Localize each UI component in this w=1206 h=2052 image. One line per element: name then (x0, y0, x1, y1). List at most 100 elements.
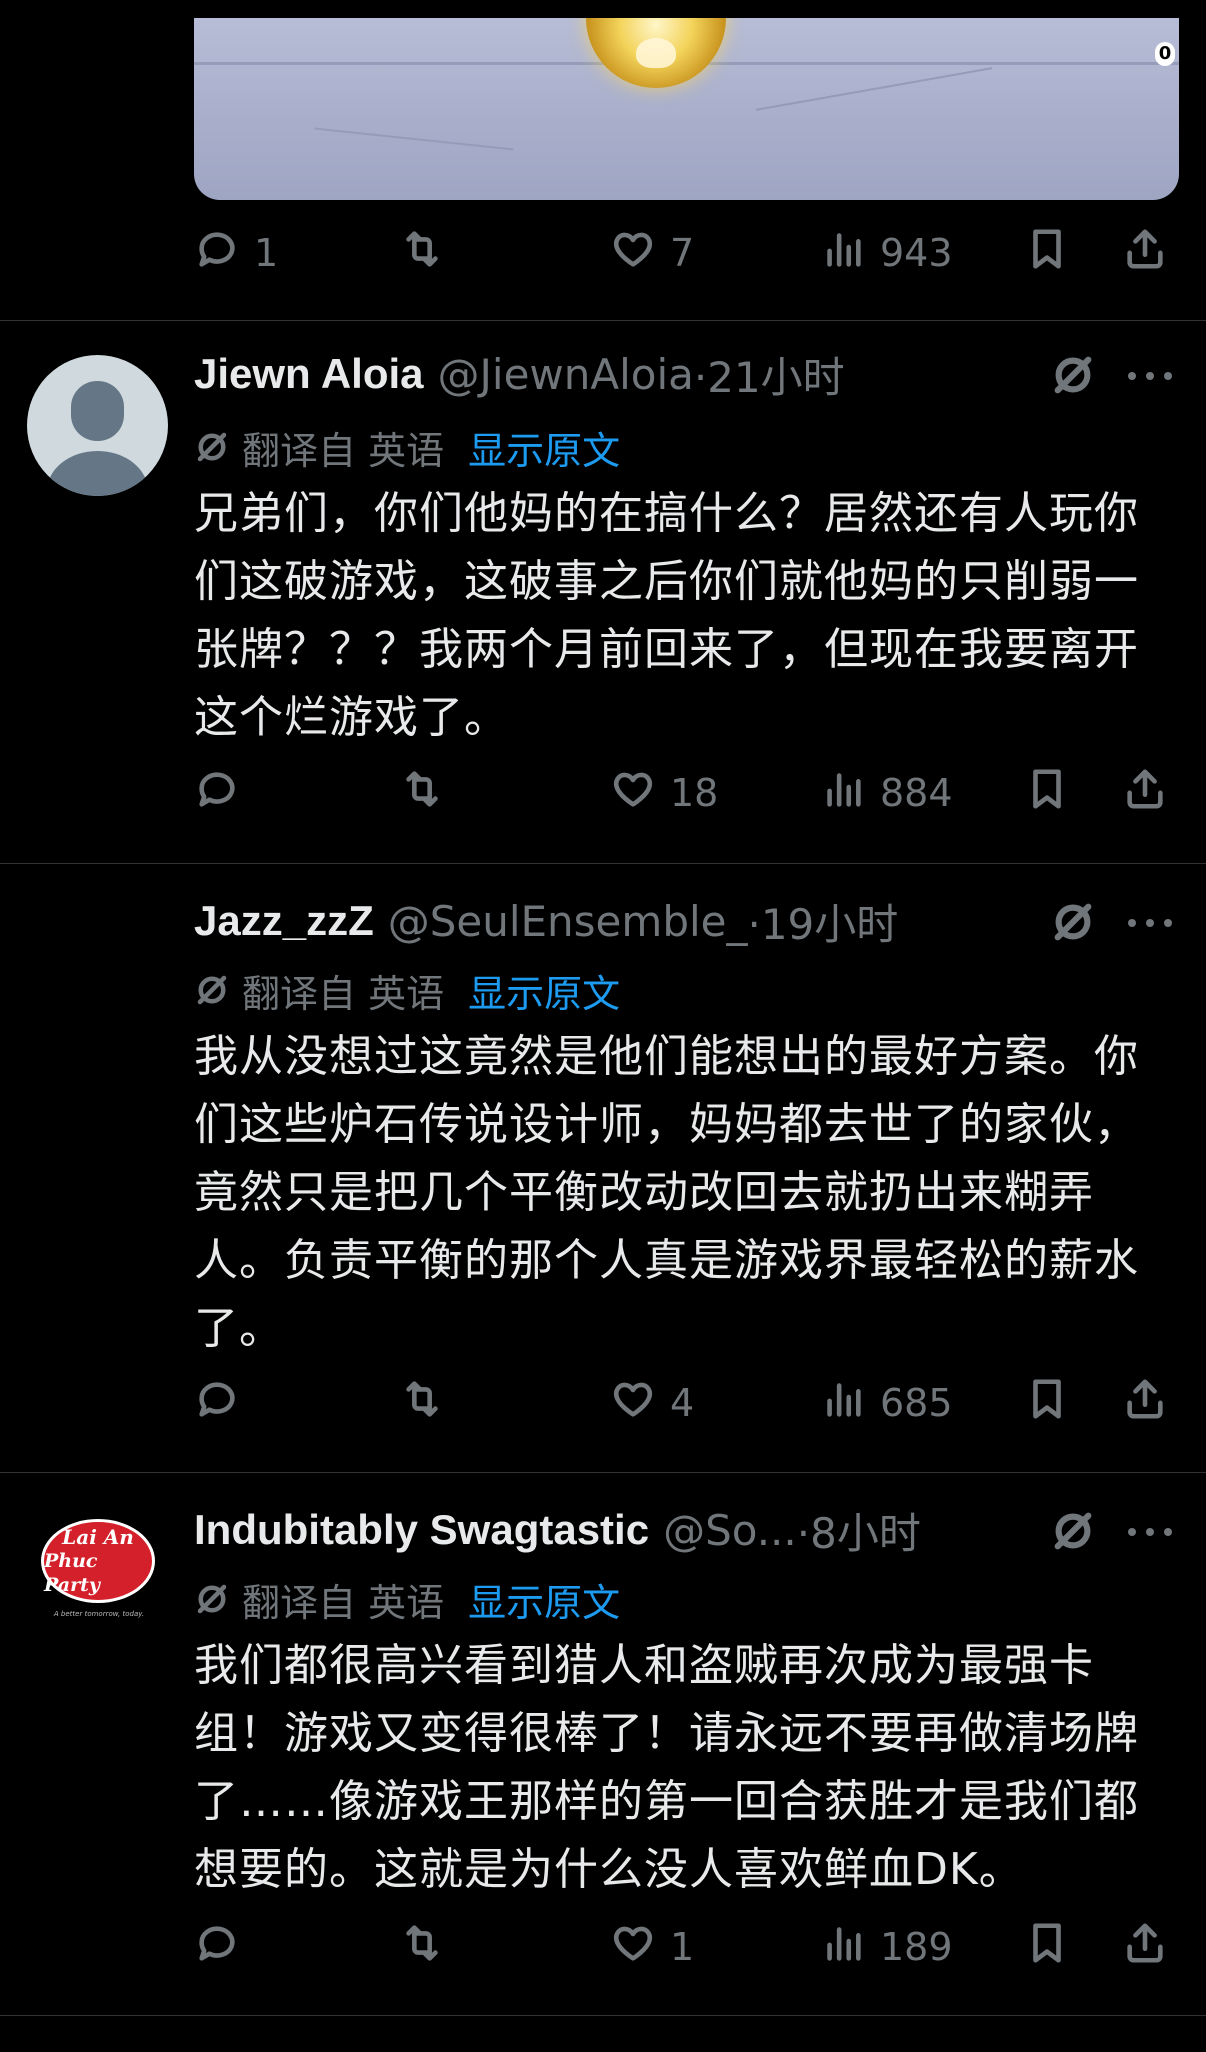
reply-button[interactable] (194, 768, 254, 818)
more-options-button[interactable] (1128, 368, 1172, 384)
more-options-button[interactable] (1128, 1524, 1172, 1540)
media-badge: 0 (1155, 42, 1175, 66)
reply-icon (194, 226, 240, 281)
dot-icon (1146, 372, 1154, 380)
views-button[interactable]: 189 (820, 1922, 953, 1972)
tweet-text: 兄弟们，你们他妈的在搞什么？居然还有人玩你们这破游戏，这破事之后你们就他妈的只削… (194, 488, 1139, 743)
tweet-action-bar: 1 189 (194, 1922, 1174, 1972)
bookmark-button[interactable] (1024, 228, 1070, 278)
views-count: 884 (880, 771, 953, 815)
bookmark-button[interactable] (1024, 1922, 1070, 1972)
media-texture (314, 127, 514, 151)
timestamp[interactable]: ·21小时 (694, 344, 845, 405)
tweet-action-bar: 4 685 (194, 1378, 1174, 1428)
user-handle[interactable]: @SeulEnsemble_ (388, 897, 748, 946)
reply-icon (194, 1376, 240, 1431)
display-name[interactable]: Jiewn Aloia (194, 350, 424, 398)
like-count: 1 (670, 1925, 695, 1969)
reply-count: 1 (254, 231, 279, 275)
dot-icon (1164, 1528, 1172, 1536)
bookmark-button[interactable] (1024, 1378, 1070, 1428)
tweet-divider (0, 863, 1206, 864)
dot-icon (1146, 919, 1154, 927)
user-handle[interactable]: @So... (663, 1506, 797, 1555)
grok-icon (1054, 1512, 1092, 1550)
bookmark-button[interactable] (1024, 768, 1070, 818)
share-icon (1122, 766, 1168, 821)
heart-icon (610, 226, 656, 281)
grok-button[interactable] (1050, 352, 1096, 398)
avatar[interactable] (27, 355, 168, 496)
like-count: 4 (670, 1381, 695, 1425)
tweet-media-image[interactable]: 0 (194, 18, 1179, 200)
grok-button[interactable] (1050, 1508, 1096, 1554)
dot-icon (1164, 919, 1172, 927)
share-button[interactable] (1122, 768, 1168, 818)
grok-button[interactable] (1050, 899, 1096, 945)
retweet-button[interactable] (399, 1378, 459, 1428)
reply-button[interactable] (194, 1922, 254, 1972)
views-chart-icon (820, 226, 866, 281)
display-name[interactable]: Indubitably Swagtastic (194, 1506, 649, 1554)
more-options-button[interactable] (1128, 915, 1172, 931)
views-button[interactable]: 884 (820, 768, 953, 818)
grok-icon (1054, 903, 1092, 941)
retweet-button[interactable] (399, 228, 459, 278)
reply-icon (194, 1920, 240, 1975)
reply-button[interactable] (194, 1378, 254, 1428)
translation-notice: 翻译自 英语 显示原文 (194, 963, 620, 1018)
like-count: 7 (670, 231, 695, 275)
views-count: 685 (880, 1381, 953, 1425)
timestamp[interactable]: ·19小时 (747, 891, 898, 952)
translate-icon (194, 972, 230, 1008)
heart-icon (610, 1376, 656, 1431)
like-button[interactable]: 4 (610, 1378, 694, 1428)
tweet-header: Jazz_zzZ @SeulEnsemble_ ·19小时 (194, 893, 898, 949)
grok-icon (1054, 356, 1092, 394)
like-button[interactable]: 7 (610, 228, 694, 278)
timestamp[interactable]: ·8小时 (797, 1500, 921, 1561)
show-original-link[interactable]: 显示原文 (468, 420, 620, 475)
bookmark-icon (1024, 1920, 1070, 1975)
translated-from-label: 翻译自 英语 (242, 1580, 445, 1625)
retweet-icon (399, 226, 445, 281)
retweet-button[interactable] (399, 768, 459, 818)
show-original-link[interactable]: 显示原文 (468, 1572, 620, 1627)
dot-icon (1128, 1528, 1136, 1536)
retweet-icon (399, 1376, 445, 1431)
like-button[interactable]: 1 (610, 1922, 694, 1972)
retweet-icon (399, 766, 445, 821)
show-original-link[interactable]: 显示原文 (468, 963, 620, 1018)
tweet-divider (0, 1472, 1206, 1473)
bookmark-icon (1024, 1376, 1070, 1431)
translate-icon (194, 1581, 230, 1617)
avatar[interactable]: Lai An Phuc Party A better tomorrow, tod… (27, 1507, 168, 1648)
share-button[interactable] (1122, 1378, 1168, 1428)
dot-icon (1128, 372, 1136, 380)
like-button[interactable]: 18 (610, 768, 718, 818)
share-button[interactable] (1122, 228, 1168, 278)
translate-icon (194, 429, 230, 465)
user-handle[interactable]: @JiewnAloia (438, 350, 694, 399)
reply-button[interactable]: 1 (194, 228, 278, 278)
media-texture (755, 67, 993, 111)
bookmark-icon (1024, 766, 1070, 821)
share-button[interactable] (1122, 1922, 1168, 1972)
views-count: 943 (880, 231, 953, 275)
views-button[interactable]: 943 (820, 228, 953, 278)
views-button[interactable]: 685 (820, 1378, 953, 1428)
views-chart-icon (820, 1376, 866, 1431)
display-name[interactable]: Jazz_zzZ (194, 897, 374, 945)
share-icon (1122, 1376, 1168, 1431)
default-avatar-head (71, 381, 124, 441)
retweet-button[interactable] (399, 1922, 459, 1972)
share-icon (1122, 1920, 1168, 1975)
avatar[interactable] (27, 898, 168, 1039)
retweet-icon (399, 1920, 445, 1975)
tweet-text: 我从没想过这竟然是他们能想出的最好方案。你们这些炉石传说设计师，妈妈都去世了的家… (194, 1031, 1139, 1354)
logo-text: Lai An (62, 1525, 134, 1549)
bookmark-icon (1024, 226, 1070, 281)
logo-tagline: A better tomorrow, today. (53, 1610, 145, 1618)
tweet-text: 我们都很高兴看到猎人和盗贼再次成为最强卡组！游戏又变得很棒了！请永远不要再做清场… (194, 1640, 1139, 1895)
default-avatar-body (47, 451, 148, 496)
